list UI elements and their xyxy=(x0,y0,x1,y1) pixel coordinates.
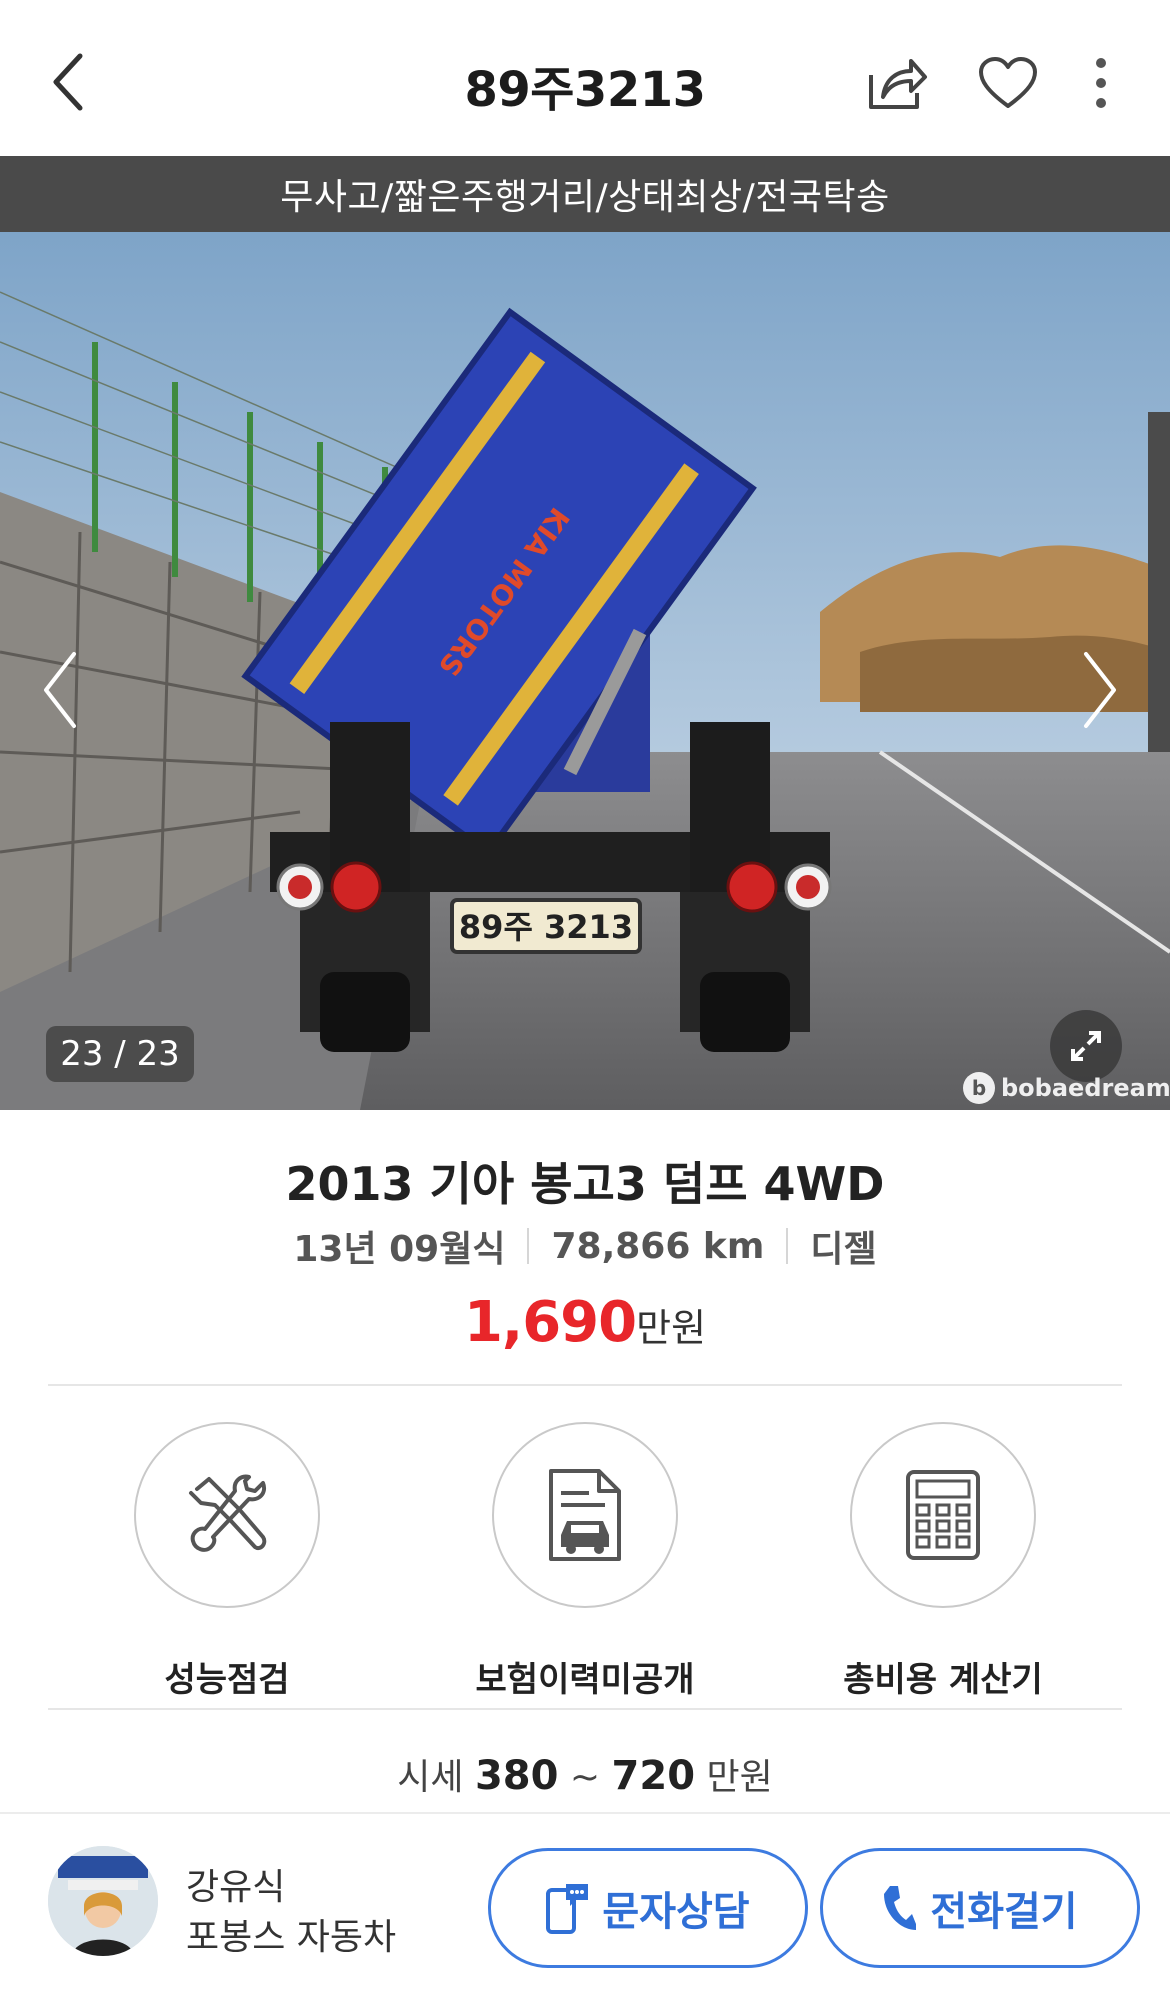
expand-icon xyxy=(1071,1031,1101,1061)
phone-icon xyxy=(884,1886,917,1930)
dealer-avatar[interactable] xyxy=(48,1846,158,1956)
feature-label: 총비용 계산기 xyxy=(843,1660,1043,1700)
market-price-unit: 만원 xyxy=(706,1757,773,1798)
dealer-avatar-image xyxy=(48,1846,158,1956)
meta-divider xyxy=(786,1228,789,1264)
feature-circle xyxy=(492,1422,678,1608)
market-price-label: 시세 xyxy=(397,1757,464,1798)
market-price-max: 720 xyxy=(611,1753,696,1799)
chevron-left-icon xyxy=(44,652,76,728)
photo-counter: 23 / 23 xyxy=(46,1026,194,1082)
vehicle-mileage: 78,866 km xyxy=(551,1225,765,1267)
performance-check-button[interactable]: 성능점검 xyxy=(132,1422,322,1701)
feature-circle xyxy=(850,1422,1036,1608)
market-price-min: 380 xyxy=(474,1753,559,1799)
vehicle-title: 2013 기아 봉고3 덤프 4WD xyxy=(285,1157,885,1211)
vehicle-photo-image: KIA MOTORS 89주 3213 xyxy=(0,232,1170,1110)
vehicle-fuel: 디젤 xyxy=(810,1229,877,1270)
sms-consult-label: 문자상담 xyxy=(602,1889,750,1935)
heart-icon xyxy=(979,57,1037,108)
next-photo-button[interactable] xyxy=(1060,640,1140,740)
section-divider xyxy=(48,1384,1122,1386)
feature-label: 성능점검 xyxy=(164,1660,290,1700)
insurance-history-button[interactable]: 보험이력미공개 xyxy=(476,1422,694,1701)
total-cost-calculator-button[interactable]: 총비용 계산기 xyxy=(843,1422,1043,1701)
feature-circle xyxy=(134,1422,320,1608)
prev-photo-button[interactable] xyxy=(20,640,100,740)
vehicle-year: 13년 09월식 xyxy=(293,1229,506,1270)
sms-consult-button[interactable]: 문자상담 xyxy=(488,1848,808,1968)
vehicle-meta: 13년 09월식 78,866 km 디젤 xyxy=(0,1220,1170,1272)
feature-label: 보험이력미공개 xyxy=(475,1660,695,1700)
share-icon xyxy=(869,59,927,109)
promo-banner-text: 무사고/짧은주행거리/상태최상/전국탁송 xyxy=(280,177,890,218)
meta-divider xyxy=(527,1228,530,1264)
license-plate-text: 89주 3213 xyxy=(459,908,633,946)
chevron-right-icon xyxy=(1084,652,1116,728)
promo-banner: 무사고/짧은주행거리/상태최상/전국탁송 xyxy=(0,156,1170,232)
more-button[interactable] xyxy=(1066,48,1136,118)
photo-watermark: b bobaedream xyxy=(963,1070,1170,1106)
call-button[interactable]: 전화걸기 xyxy=(820,1848,1140,1968)
call-label: 전화걸기 xyxy=(930,1889,1078,1935)
price-unit: 만원 xyxy=(636,1306,707,1350)
bobaedream-logo-icon: b xyxy=(963,1072,995,1104)
market-price-separator: ~ xyxy=(569,1757,601,1798)
watermark-text: bobaedream xyxy=(1001,1074,1170,1102)
app-header: 89주3213 xyxy=(0,0,1170,156)
section-divider xyxy=(48,1708,1122,1710)
vehicle-photo[interactable]: KIA MOTORS 89주 3213 xyxy=(0,232,1170,1110)
dealer-shop: 포봉스 자동차 xyxy=(186,1917,397,1958)
calculator-icon xyxy=(906,1470,980,1560)
tools-icon xyxy=(189,1474,267,1552)
favorite-button[interactable] xyxy=(973,48,1043,118)
dealer-name: 강유식 xyxy=(186,1867,286,1908)
price-value: 1,690 xyxy=(463,1290,637,1355)
more-vertical-icon xyxy=(1096,58,1106,108)
contact-bar: 강유식 포봉스 자동차 문자상담 전화걸기 xyxy=(0,1812,1170,1999)
market-price: 시세 380 ~ 720 만원 xyxy=(0,1748,1170,1800)
sms-icon xyxy=(546,1884,589,1934)
share-button[interactable] xyxy=(862,48,932,118)
vehicle-price: 1,690만원 xyxy=(0,1290,1170,1355)
car-document-icon xyxy=(549,1469,621,1561)
